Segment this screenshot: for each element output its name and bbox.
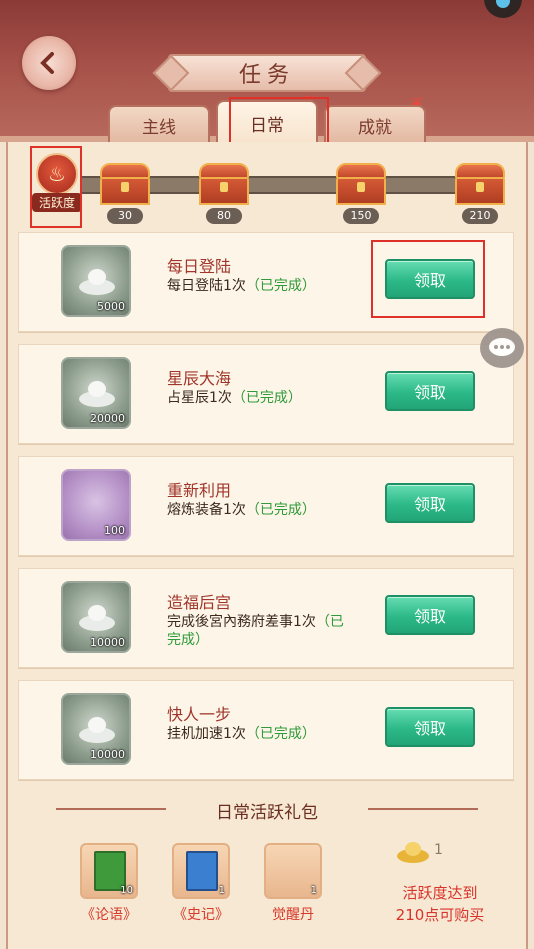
activity-label: 活跃度 — [32, 193, 82, 212]
task-title: 快人一步 — [167, 705, 232, 724]
gift-label: 觉醒丹 — [272, 907, 314, 923]
gift-qty: 1 — [310, 885, 317, 896]
tab-label: 主线 — [142, 117, 176, 138]
tab-achievement[interactable]: 成就 — [324, 105, 426, 143]
corner-badge-icon[interactable] — [484, 0, 522, 18]
chest-80-icon[interactable] — [199, 163, 249, 205]
milestone-80: 80 — [206, 208, 242, 224]
gift-label: 《史记》 — [173, 907, 229, 923]
task-title: 重新利用 — [167, 481, 232, 500]
task-title: 造福后宫 — [167, 593, 232, 612]
gift-qty: 10 — [120, 885, 133, 896]
flame-icon: ♨ — [36, 153, 78, 195]
activity-points-icon[interactable]: ♨ 活跃度 — [32, 153, 82, 212]
claim-button[interactable]: 领取 — [385, 259, 475, 299]
tab-daily[interactable]: 日常 — [216, 100, 318, 144]
chest-30-icon[interactable] — [100, 163, 150, 205]
milestone-150: 150 — [343, 208, 379, 224]
gift-pack-title: 日常活跃礼包 — [216, 803, 318, 823]
task-status: （已完成） — [231, 390, 302, 406]
purple-item-icon: 100 — [61, 469, 131, 541]
reward-qty: 5000 — [97, 300, 125, 313]
back-button[interactable] — [22, 36, 76, 90]
page-title-text: 任务 — [238, 63, 295, 88]
task-desc: 占星辰1次（已完成） — [167, 390, 302, 406]
gift-label: 《论语》 — [81, 907, 137, 923]
task-status: （已完成） — [245, 726, 316, 742]
claim-button[interactable]: 领取 — [385, 371, 475, 411]
chest-210-icon[interactable] — [455, 163, 505, 205]
reward-qty: 100 — [104, 524, 125, 537]
gift-qty: 1 — [218, 885, 225, 896]
purchase-condition: 活跃度达到 210点可购买 — [395, 884, 485, 924]
gift-item-shiji[interactable]: 1 — [172, 843, 230, 899]
task-desc: 熔炼装备1次（已完成） — [167, 502, 316, 518]
task-card: 20000 星辰大海 占星辰1次（已完成） 领取 — [18, 344, 514, 444]
tab-main-quest[interactable]: 主线 — [108, 105, 210, 143]
silver-ingot-icon: 10000 — [61, 581, 131, 653]
price-tag: 1 — [396, 840, 456, 864]
tab-label: 日常 — [250, 115, 284, 136]
chest-150-icon[interactable] — [336, 163, 386, 205]
milestone-210: 210 — [462, 208, 498, 224]
task-card: 10000 造福后宫 完成後宮內務府差事1次（已完成） 领取 — [18, 568, 514, 668]
task-title: 星辰大海 — [167, 369, 232, 388]
chat-bubble-icon[interactable] — [480, 328, 524, 368]
claim-button[interactable]: 领取 — [385, 595, 475, 635]
task-card: 5000 每日登陆 每日登陆1次（已完成） 领取 — [18, 232, 514, 332]
gift-item-juexingdan[interactable]: 1 — [264, 843, 322, 899]
price-value: 1 — [434, 842, 443, 858]
claim-button[interactable]: 领取 — [385, 707, 475, 747]
tab-label: 成就 — [358, 117, 392, 138]
task-status: （已完成） — [245, 502, 316, 518]
gift-item-lunyu[interactable]: 10 — [80, 843, 138, 899]
silver-ingot-icon: 20000 — [61, 357, 131, 429]
reward-qty: 20000 — [90, 412, 125, 425]
book-icon — [186, 851, 218, 891]
task-status: （已完成） — [245, 278, 316, 294]
claim-button[interactable]: 领取 — [385, 483, 475, 523]
task-desc: 挂机加速1次（已完成） — [167, 726, 316, 742]
silver-ingot-icon: 5000 — [61, 245, 131, 317]
page-title: 任务 — [168, 54, 366, 92]
silver-ingot-icon: 10000 — [61, 693, 131, 765]
back-arrow-icon — [40, 52, 54, 74]
reward-qty: 10000 — [90, 748, 125, 761]
reward-qty: 10000 — [90, 636, 125, 649]
gold-ingot-icon — [397, 842, 429, 863]
task-title: 每日登陆 — [167, 257, 232, 276]
task-desc: 完成後宮內務府差事1次（已完成） — [167, 614, 344, 648]
task-desc: 每日登陆1次（已完成） — [167, 278, 316, 294]
milestone-30: 30 — [107, 208, 143, 224]
task-card: 100 重新利用 熔炼装备1次（已完成） 领取 — [18, 456, 514, 556]
task-card: 10000 快人一步 挂机加速1次（已完成） 领取 — [18, 680, 514, 780]
